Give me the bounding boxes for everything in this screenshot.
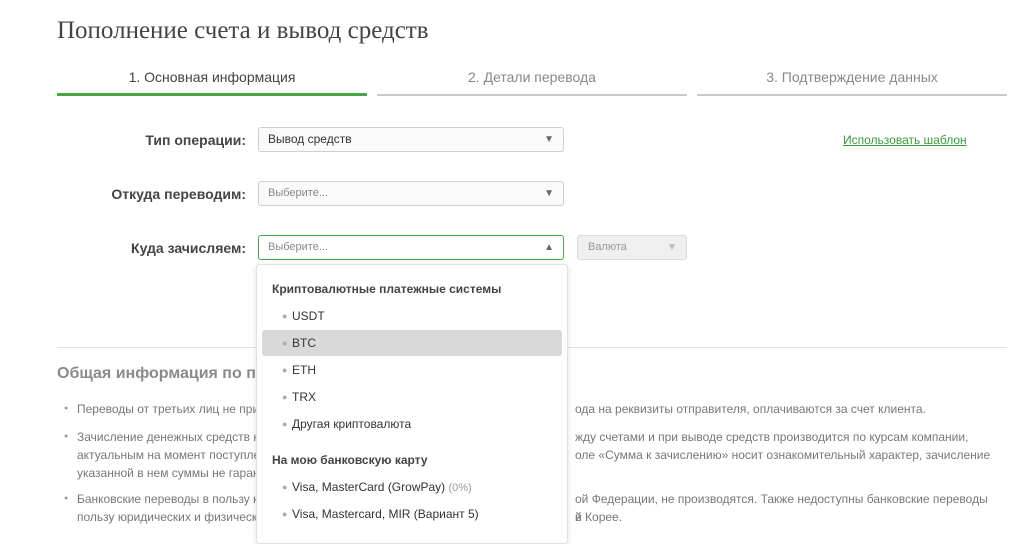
option-btc[interactable]: ● BTC — [262, 330, 562, 356]
option-label: Visa, Mastercard, MIR (Вариант 5) — [292, 507, 479, 521]
operation-type-value: Вывод средств — [268, 132, 352, 146]
to-label: Куда зачисляем: — [131, 240, 246, 256]
to-row: Куда зачисляем: Выберите... ▲ Валюта ▼ — [0, 235, 1036, 263]
to-select[interactable]: Выберите... ▲ — [258, 235, 564, 260]
option-label: USDT — [292, 309, 325, 323]
bullet-icon: ● — [64, 433, 69, 440]
option-other-crypto[interactable]: ● Другая криптовалюта — [262, 411, 562, 437]
destination-dropdown[interactable]: Криптовалютные платежные системы ● USDT … — [256, 264, 568, 544]
group-title-bank-card: На мою банковскую карту — [272, 453, 428, 467]
info-text: пользу юридических и физическ — [77, 510, 258, 524]
chevron-up-icon: ▲ — [544, 242, 554, 253]
info-text: указанной в нем суммы не гаран — [77, 466, 260, 480]
bullet-icon: ● — [282, 392, 288, 402]
bullet-icon: ● — [282, 482, 288, 492]
from-select[interactable]: Выберите... ▼ — [258, 181, 564, 206]
option-eth[interactable]: ● ETH — [262, 357, 562, 383]
from-placeholder: Выберите... — [268, 187, 329, 199]
info-title: Общая информация по п — [57, 365, 256, 382]
from-label: Откуда переводим: — [111, 186, 246, 202]
operation-type-select[interactable]: Вывод средств ▼ — [258, 127, 564, 152]
option-usdt[interactable]: ● USDT — [262, 303, 562, 329]
info-text: Переводы от третьих лиц не при — [77, 402, 260, 416]
option-label: TRX — [292, 390, 316, 404]
option-label-text: Visa, MasterCard (GrowPay) — [292, 480, 446, 494]
option-label: ETH — [292, 363, 316, 377]
step-1[interactable]: 1. Основная информация — [57, 66, 367, 96]
option-visa-mc-growpay[interactable]: ● Visa, MasterCard (GrowPay) (0%) — [262, 474, 562, 500]
step-2[interactable]: 2. Детали перевода — [377, 66, 687, 96]
chevron-down-icon: ▼ — [544, 188, 554, 199]
currency-select[interactable]: Валюта ▼ — [577, 235, 687, 260]
bullet-icon: ● — [282, 509, 288, 519]
bullet-icon: ● — [64, 405, 69, 412]
use-template-link[interactable]: Использовать шаблон — [843, 133, 967, 147]
bullet-icon: ● — [282, 419, 288, 429]
bullet-icon: ● — [282, 311, 288, 321]
option-visa-mc-mir[interactable]: ● Visa, Mastercard, MIR (Вариант 5) — [262, 501, 562, 527]
bullet-icon: ● — [282, 365, 288, 375]
info-text: оле «Сумма к зачислению» носит ознакомит… — [575, 448, 991, 462]
option-trx[interactable]: ● TRX — [262, 384, 562, 410]
info-text: й Корее. — [575, 510, 623, 524]
option-label: Другая криптовалюта — [292, 417, 412, 431]
info-text: Банковские переводы в пользу к — [77, 492, 259, 506]
wizard-steps: 1. Основная информация 2. Детали перевод… — [57, 66, 1007, 96]
to-placeholder: Выберите... — [268, 241, 329, 253]
chevron-down-icon: ▼ — [544, 134, 554, 145]
page-title: Пополнение счета и вывод средств — [57, 17, 429, 44]
step-3[interactable]: 3. Подтверждение данных — [697, 66, 1007, 96]
bullet-icon: ● — [282, 338, 288, 348]
chevron-down-icon: ▼ — [667, 242, 677, 253]
operation-type-label: Тип операции: — [145, 132, 246, 148]
option-label: Visa, MasterCard (GrowPay) (0%) — [292, 474, 472, 501]
currency-placeholder: Валюта — [588, 241, 627, 253]
option-fee-note: (0%) — [448, 482, 472, 494]
info-text: жду счетами и при выводе средств произво… — [575, 430, 969, 444]
bullet-icon: ● — [64, 495, 69, 502]
option-label: BTC — [292, 336, 316, 350]
group-title-crypto: Криптовалютные платежные системы — [272, 282, 502, 296]
info-text: Зачисление денежных средств н — [77, 430, 260, 444]
info-text: актуальным на момент поступле — [77, 448, 261, 462]
operation-type-row: Тип операции: Вывод средств ▼ Использова… — [0, 127, 1036, 155]
info-text: ода на реквизиты отправителя, оплачивают… — [575, 402, 926, 416]
from-row: Откуда переводим: Выберите... ▼ — [0, 181, 1036, 209]
